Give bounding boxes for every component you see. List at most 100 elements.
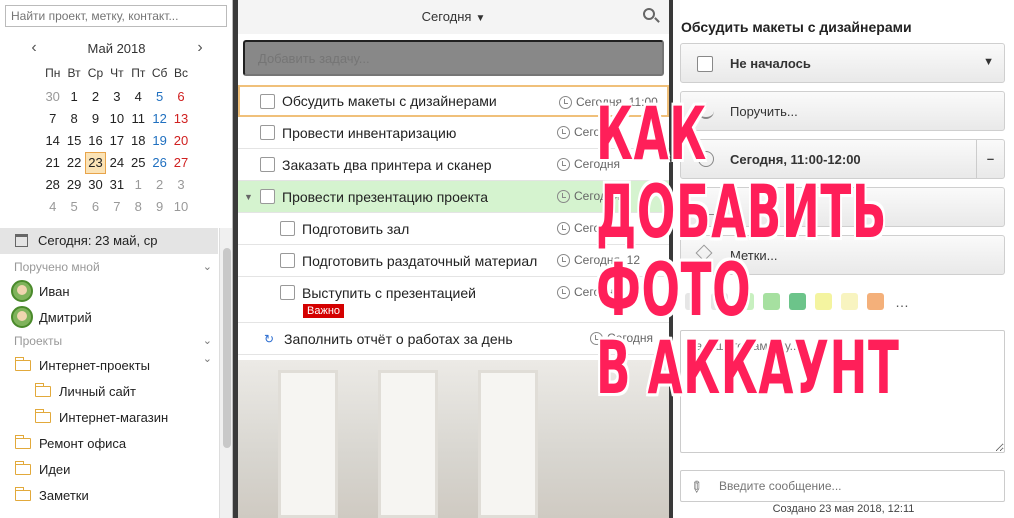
calendar-day[interactable]: 9 [149,196,170,218]
calendar-day[interactable]: 13 [170,108,191,130]
calendar-day[interactable]: 11 [128,108,149,130]
calendar-day[interactable]: 9 [85,108,106,130]
subtask-row[interactable]: Подготовить раздаточный материал Сегодня… [238,245,669,277]
sidebar-item-person[interactable]: Иван [0,278,218,304]
calendar-day[interactable]: 2 [149,174,170,196]
calendar-day[interactable]: 29 [63,174,84,196]
calendar-day[interactable]: 4 [42,196,63,218]
calendar-day[interactable]: 7 [42,108,63,130]
tags-field[interactable]: Метки... [680,235,1005,275]
chevron-down-icon[interactable]: ⌄ [203,352,212,365]
task-checkbox[interactable] [260,157,275,172]
remove-date-button[interactable]: – [976,140,1004,178]
add-task-input[interactable] [243,40,664,76]
task-checkbox[interactable] [280,221,295,236]
task-row[interactable]: Заказать два принтера и сканер Сегодня [238,149,669,181]
color-swatch[interactable] [737,293,754,310]
calendar-day[interactable]: 1 [128,174,149,196]
calendar-day[interactable]: 26 [149,152,170,174]
calendar-day[interactable]: 8 [128,196,149,218]
search-icon[interactable] [643,8,655,20]
calendar-day[interactable]: 30 [85,174,106,196]
today-item[interactable]: Сегодня: 23 май, ср [0,228,218,254]
subtask-row[interactable]: Подготовить зал Сегодня [238,213,669,245]
section-assigned[interactable]: Поручено мной ⌄ [0,256,218,278]
color-swatch[interactable] [763,293,780,310]
calendar-day[interactable]: 5 [63,196,84,218]
detail-title[interactable]: Обсудить макеты с дизайнерами [681,19,912,35]
calendar-day[interactable]: 4 [128,86,149,108]
calendar-day[interactable]: 22 [63,152,84,174]
calendar-day[interactable]: 25 [128,152,149,174]
reminder-field[interactable] [680,187,1005,227]
task-checkbox[interactable] [260,93,275,109]
sidebar-item-project[interactable]: Интернет-проекты ⌄ [0,352,218,378]
calendar-day[interactable]: 20 [170,130,191,152]
note-textarea[interactable] [680,330,1005,453]
task-row[interactable]: Обсудить макеты с дизайнерами Сегодня, 1… [238,85,669,117]
calendar-day[interactable]: 10 [106,108,127,130]
task-checkbox[interactable] [260,125,275,140]
calendar-day[interactable]: 16 [85,130,106,152]
color-swatch[interactable] [867,293,884,310]
calendar-day[interactable]: 24 [106,152,127,174]
color-swatch[interactable] [685,293,702,310]
task-row-group[interactable]: ▼ Провести презентацию проекта Сегодня [238,181,669,213]
calendar-day[interactable]: 2 [85,86,106,108]
task-row[interactable]: ↻ Заполнить отчёт о работах за день Сего… [238,323,669,355]
chevron-down-icon[interactable]: ⌄ [203,330,212,352]
calendar-day[interactable]: 6 [170,86,191,108]
task-checkbox[interactable] [260,189,275,204]
calendar-day-today[interactable]: 23 [84,152,107,174]
calendar-day[interactable]: 3 [106,86,127,108]
subtask-row[interactable]: Выступить с презентацией Важно Сегодня [238,277,669,323]
clock-icon [559,95,572,109]
calendar-day[interactable]: 6 [85,196,106,218]
calendar-day[interactable]: 3 [170,174,191,196]
calendar-day[interactable]: 10 [170,196,191,218]
calendar-day[interactable]: 30 [42,86,63,108]
calendar-day[interactable]: 18 [128,130,149,152]
color-swatch[interactable] [789,293,806,310]
task-row[interactable]: Провести инвентаризацию Сегодня [238,117,669,149]
scrollbar-thumb[interactable] [223,248,231,448]
sidebar-scrollbar[interactable] [219,228,232,518]
task-checkbox[interactable] [280,285,295,300]
calendar-day[interactable]: 28 [42,174,63,196]
expand-triangle-icon[interactable]: ▼ [244,192,253,202]
color-swatch[interactable] [815,293,832,310]
color-swatch[interactable] [711,293,728,310]
calendar-day[interactable]: 15 [63,130,84,152]
status-dropdown[interactable]: Не началось ▼ [680,43,1005,83]
next-month-button[interactable]: › [190,38,210,58]
calendar-day[interactable]: 31 [106,174,127,196]
calendar-day[interactable]: 7 [106,196,127,218]
search-input[interactable] [5,5,227,27]
clock-icon [557,125,570,139]
calendar-day[interactable]: 8 [63,108,84,130]
calendar-day[interactable]: 12 [149,108,170,130]
message-input[interactable] [680,470,1005,502]
task-checkbox[interactable] [280,253,295,268]
calendar-day[interactable]: 21 [42,152,63,174]
more-colors-button[interactable]: … [895,294,909,310]
calendar-day[interactable]: 1 [63,86,84,108]
sidebar-item-project[interactable]: Личный сайт [0,378,218,404]
calendar-day[interactable]: 27 [170,152,191,174]
sidebar-item-person[interactable]: Дмитрий [0,304,218,330]
sidebar-item-project[interactable]: Заметки [0,482,218,508]
status-checkbox[interactable] [697,56,713,72]
sidebar-item-project[interactable]: Идеи [0,456,218,482]
color-swatch[interactable] [841,293,858,310]
day-filter-dropdown[interactable]: Сегодня ▼ [238,9,669,24]
calendar-day[interactable]: 14 [42,130,63,152]
calendar-day[interactable]: 5 [149,86,170,108]
sidebar-item-project[interactable]: Ремонт офиса [0,430,218,456]
calendar-day[interactable]: 17 [106,130,127,152]
sidebar-item-project[interactable]: Интернет-магазин [0,404,218,430]
assign-button[interactable]: Поручить... [680,91,1005,131]
calendar-day[interactable]: 19 [149,130,170,152]
date-field[interactable]: Сегодня, 11:00-12:00 – [680,139,1005,179]
section-projects[interactable]: Проекты ⌄ [0,330,218,352]
chevron-down-icon[interactable]: ⌄ [203,256,212,278]
